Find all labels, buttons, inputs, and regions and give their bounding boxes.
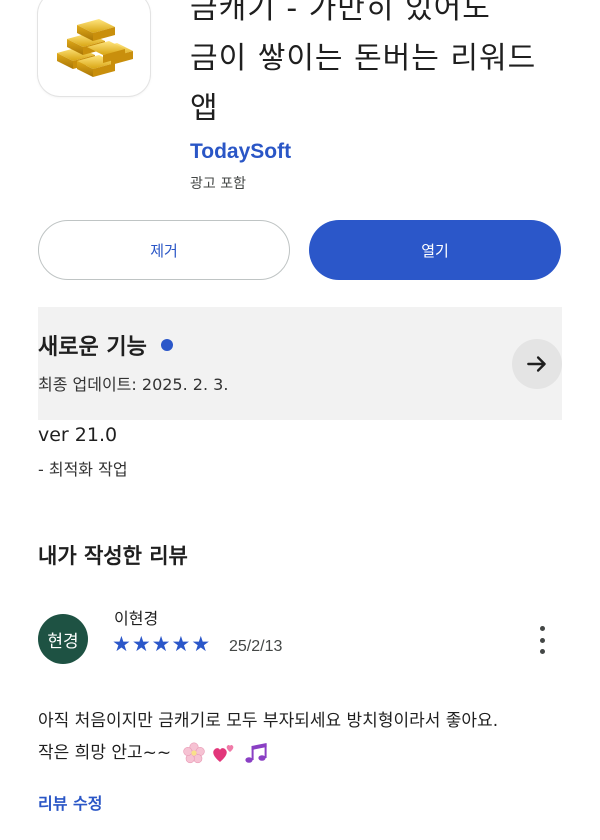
whats-new-heading: 새로운 기능	[38, 329, 173, 361]
star-icon: ★	[112, 632, 131, 656]
musical-notes-icon	[244, 743, 267, 763]
avatar: 현경	[38, 614, 88, 664]
uninstall-button[interactable]: 제거	[38, 220, 290, 280]
whats-new-section[interactable]: 새로운 기능 최종 업데이트: 2025. 2. 3.	[38, 307, 562, 420]
open-button-label: 열기	[421, 241, 449, 260]
star-icon: ★	[191, 632, 211, 656]
review-text: 아직 처음이지만 금캐기로 모두 부자되세요 방치형이라서 좋아요. 작은 희망…	[38, 705, 578, 769]
avatar-text: 현경	[47, 631, 79, 652]
star-rating: ★ ★ ★ ★ ★	[112, 632, 210, 656]
review-text-line-1: 아직 처음이지만 금캐기로 모두 부자되세요 방치형이라서 좋아요.	[38, 711, 499, 731]
app-title-line-1: 금캐기 - 가만히 있어도	[190, 0, 491, 26]
gold-bars-icon	[57, 19, 133, 77]
review-emojis	[182, 742, 269, 764]
review-text-line-2-row: 작은 희망 안고~~	[38, 737, 578, 769]
edit-review-link[interactable]: 리뷰 수정	[38, 790, 102, 814]
whats-new-title: 새로운 기능	[38, 335, 147, 360]
last-updated: 최종 업데이트: 2025. 2. 3.	[38, 371, 228, 395]
app-icon	[38, 0, 150, 96]
version-text: ver 21.0	[38, 424, 118, 446]
contains-ads-label: 광고 포함	[190, 176, 246, 192]
my-review-heading: 내가 작성한 리뷰	[38, 544, 188, 568]
more-options-icon[interactable]	[530, 626, 554, 654]
star-icon: ★	[131, 632, 151, 656]
app-title-line-3: 앱	[190, 91, 219, 126]
review-text-line-2: 작은 희망 안고~~	[38, 743, 172, 763]
last-updated-prefix: 최종 업데이트:	[38, 375, 142, 394]
star-icon: ★	[151, 632, 171, 656]
developer-link[interactable]: TodaySoft	[190, 140, 291, 164]
two-hearts-icon	[212, 745, 233, 762]
app-title: 금캐기 - 가만히 있어도 금이 쌓이는 돈버는 리워드 앱	[190, 0, 590, 134]
review-date: 25/2/13	[229, 638, 283, 655]
reviewer-name: 이현경	[114, 609, 159, 628]
uninstall-button-label: 제거	[150, 241, 178, 260]
arrow-right-icon	[527, 356, 546, 372]
new-indicator-dot	[160, 339, 173, 351]
open-button[interactable]: 열기	[309, 220, 561, 280]
star-icon: ★	[171, 632, 191, 656]
release-notes: - 최적화 작업	[38, 460, 128, 479]
last-updated-date: 2025. 2. 3.	[141, 375, 229, 394]
whats-new-arrow-button[interactable]	[512, 339, 562, 389]
cherry-blossom-icon	[182, 742, 205, 764]
app-title-line-2: 금이 쌓이는 돈버는 리워드	[190, 41, 537, 76]
